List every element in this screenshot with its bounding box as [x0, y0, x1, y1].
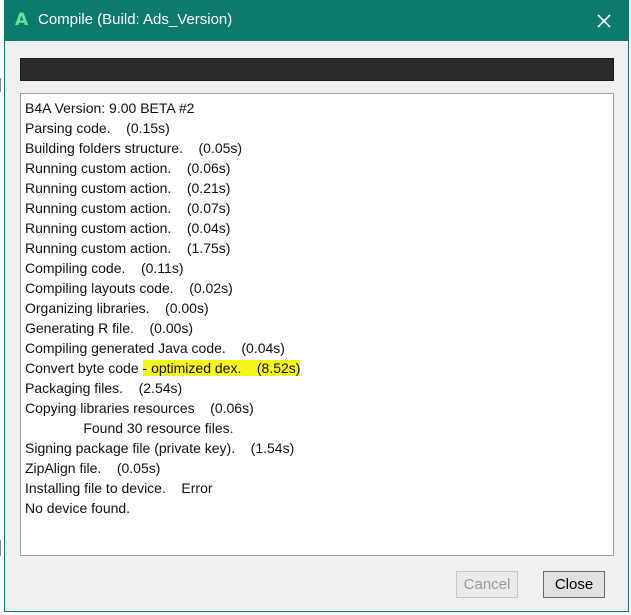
log-line-text: Parsing code. (0.15s): [25, 120, 170, 136]
close-icon[interactable]: [590, 7, 618, 35]
log-line-text: Compiling generated Java code. (0.04s): [25, 340, 285, 356]
log-line: Generating R file. (0.00s): [25, 318, 613, 338]
log-line-text: Convert byte code: [25, 360, 143, 376]
log-line: Copying libraries resources (0.06s): [25, 398, 613, 418]
log-line: Parsing code. (0.15s): [25, 118, 613, 138]
log-line-text: Running custom action. (0.04s): [25, 220, 231, 236]
log-line: Building folders structure. (0.05s): [25, 138, 613, 158]
cancel-button[interactable]: Cancel: [456, 571, 518, 598]
log-line: Running custom action. (0.07s): [25, 198, 613, 218]
log-line: Running custom action. (0.04s): [25, 218, 613, 238]
log-line: Signing package file (private key). (1.5…: [25, 438, 613, 458]
log-line-text: Found 30 resource files.: [25, 420, 234, 436]
log-line: Organizing libraries. (0.00s): [25, 298, 613, 318]
progress-bar: [20, 58, 614, 81]
title-bar[interactable]: A Compile (Build: Ads_Version): [5, 1, 628, 41]
log-line: Installing file to device. Error: [25, 478, 613, 498]
log-line-text: No device found.: [25, 500, 131, 516]
log-line-text: ZipAlign file. (0.05s): [25, 460, 161, 476]
log-line-text: Installing file to device. Error: [25, 480, 213, 496]
log-line-text: Signing package file (private key). (1.5…: [25, 440, 295, 456]
log-line: Running custom action. (1.75s): [25, 238, 613, 258]
log-line: ZipAlign file. (0.05s): [25, 458, 613, 478]
log-line-text: Copying libraries resources (0.06s): [25, 400, 254, 416]
window-title: Compile (Build: Ads_Version): [38, 11, 233, 28]
log-line-text: Running custom action. (0.21s): [25, 180, 231, 196]
log-line-text: Generating R file. (0.00s): [25, 320, 194, 336]
log-line: Found 30 resource files.: [25, 418, 613, 438]
log-line: Running custom action. (0.06s): [25, 158, 613, 178]
log-line-text: Running custom action. (0.06s): [25, 160, 231, 176]
log-line: Compiling code. (0.11s): [25, 258, 613, 278]
b4a-app-icon: A: [15, 10, 29, 30]
log-line-text: Organizing libraries. (0.00s): [25, 300, 209, 316]
compile-dialog: A Compile (Build: Ads_Version) B4A Versi…: [4, 0, 629, 612]
log-line: Convert byte code - optimized dex. (8.52…: [25, 358, 613, 378]
log-line: Compiling layouts code. (0.02s): [25, 278, 613, 298]
log-line-text: Building folders structure. (0.05s): [25, 140, 243, 156]
log-line: Compiling generated Java code. (0.04s): [25, 338, 613, 358]
log-line: B4A Version: 9.00 BETA #2: [25, 98, 613, 118]
log-line: Running custom action. (0.21s): [25, 178, 613, 198]
log-line: No device found.: [25, 498, 613, 518]
log-line-text: Compiling code. (0.11s): [25, 260, 184, 276]
log-line-text: Packaging files. (2.54s): [25, 380, 183, 396]
log-line-text: Running custom action. (1.75s): [25, 240, 231, 256]
log-line: Packaging files. (2.54s): [25, 378, 613, 398]
log-line-text: Compiling layouts code. (0.02s): [25, 280, 233, 296]
compile-log: B4A Version: 9.00 BETA #2 Parsing code. (…: [20, 93, 614, 556]
log-line-highlight: - optimized dex. (8.52s): [142, 360, 301, 376]
log-line-text: B4A Version: 9.00 BETA #2: [25, 100, 195, 116]
log-line-text: Running custom action. (0.07s): [25, 200, 231, 216]
close-button[interactable]: Close: [543, 571, 605, 598]
